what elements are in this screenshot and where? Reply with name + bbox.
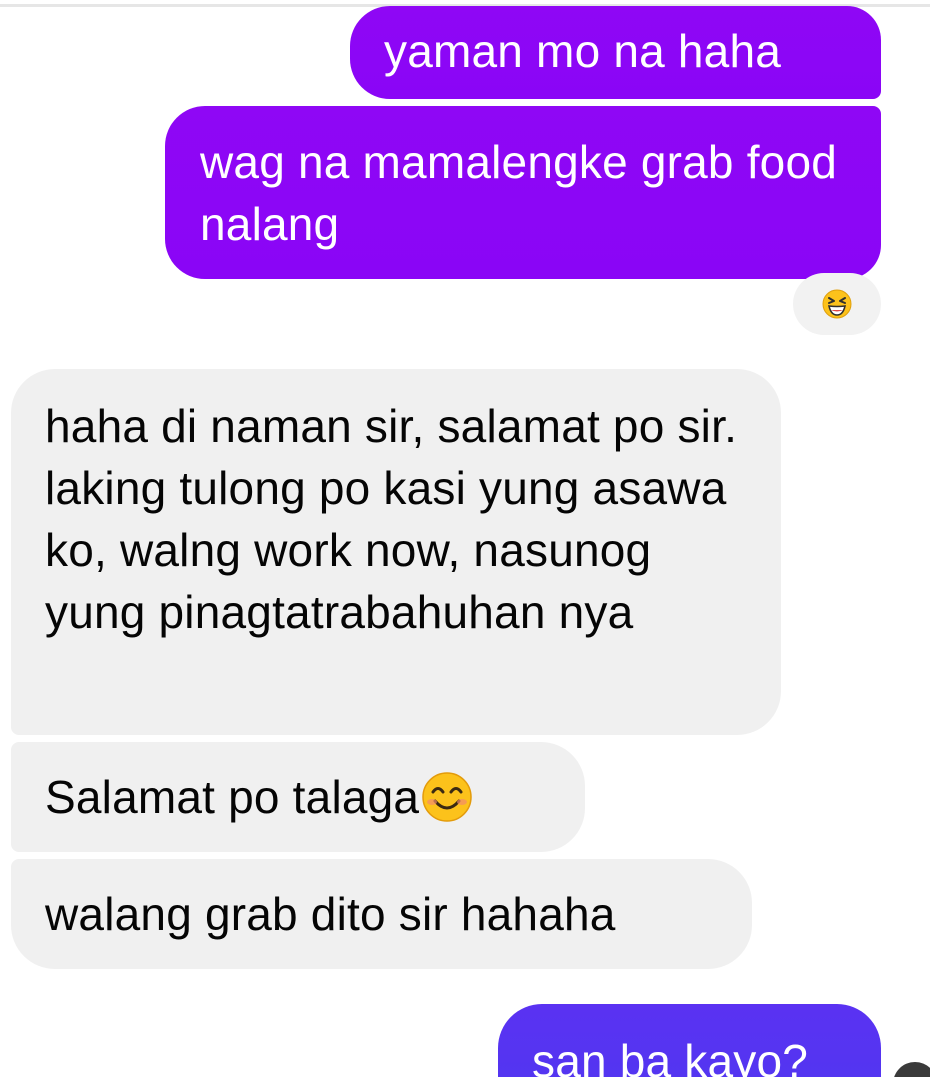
laughing-face-emoji-icon: [822, 289, 852, 319]
message-text: Salamat po talaga: [45, 771, 420, 823]
sent-message-bubble[interactable]: yaman mo na haha: [350, 6, 881, 99]
chat-conversation: yaman mo na haha wag na mamalengke grab …: [0, 0, 930, 1077]
message-text: san ba kayo?: [532, 1035, 809, 1077]
received-message-bubble[interactable]: haha di naman sir, salamat po sir. lakin…: [11, 369, 781, 735]
smiling-face-emoji-icon: [422, 772, 472, 822]
received-message-bubble[interactable]: walang grab dito sir hahaha: [11, 859, 752, 969]
message-text: haha di naman sir, salamat po sir. lakin…: [45, 400, 738, 638]
sent-message-bubble[interactable]: wag na mamalengke grab food nalang: [165, 106, 881, 279]
received-message-bubble[interactable]: Salamat po talaga: [11, 742, 585, 852]
message-reaction[interactable]: [793, 273, 881, 335]
message-text: wag na mamalengke grab food nalang: [200, 136, 838, 250]
sent-message-bubble[interactable]: san ba kayo?: [498, 1004, 881, 1077]
message-text: walang grab dito sir hahaha: [45, 888, 616, 940]
read-receipt-avatar: [893, 1062, 930, 1077]
message-text: yaman mo na haha: [384, 25, 782, 77]
